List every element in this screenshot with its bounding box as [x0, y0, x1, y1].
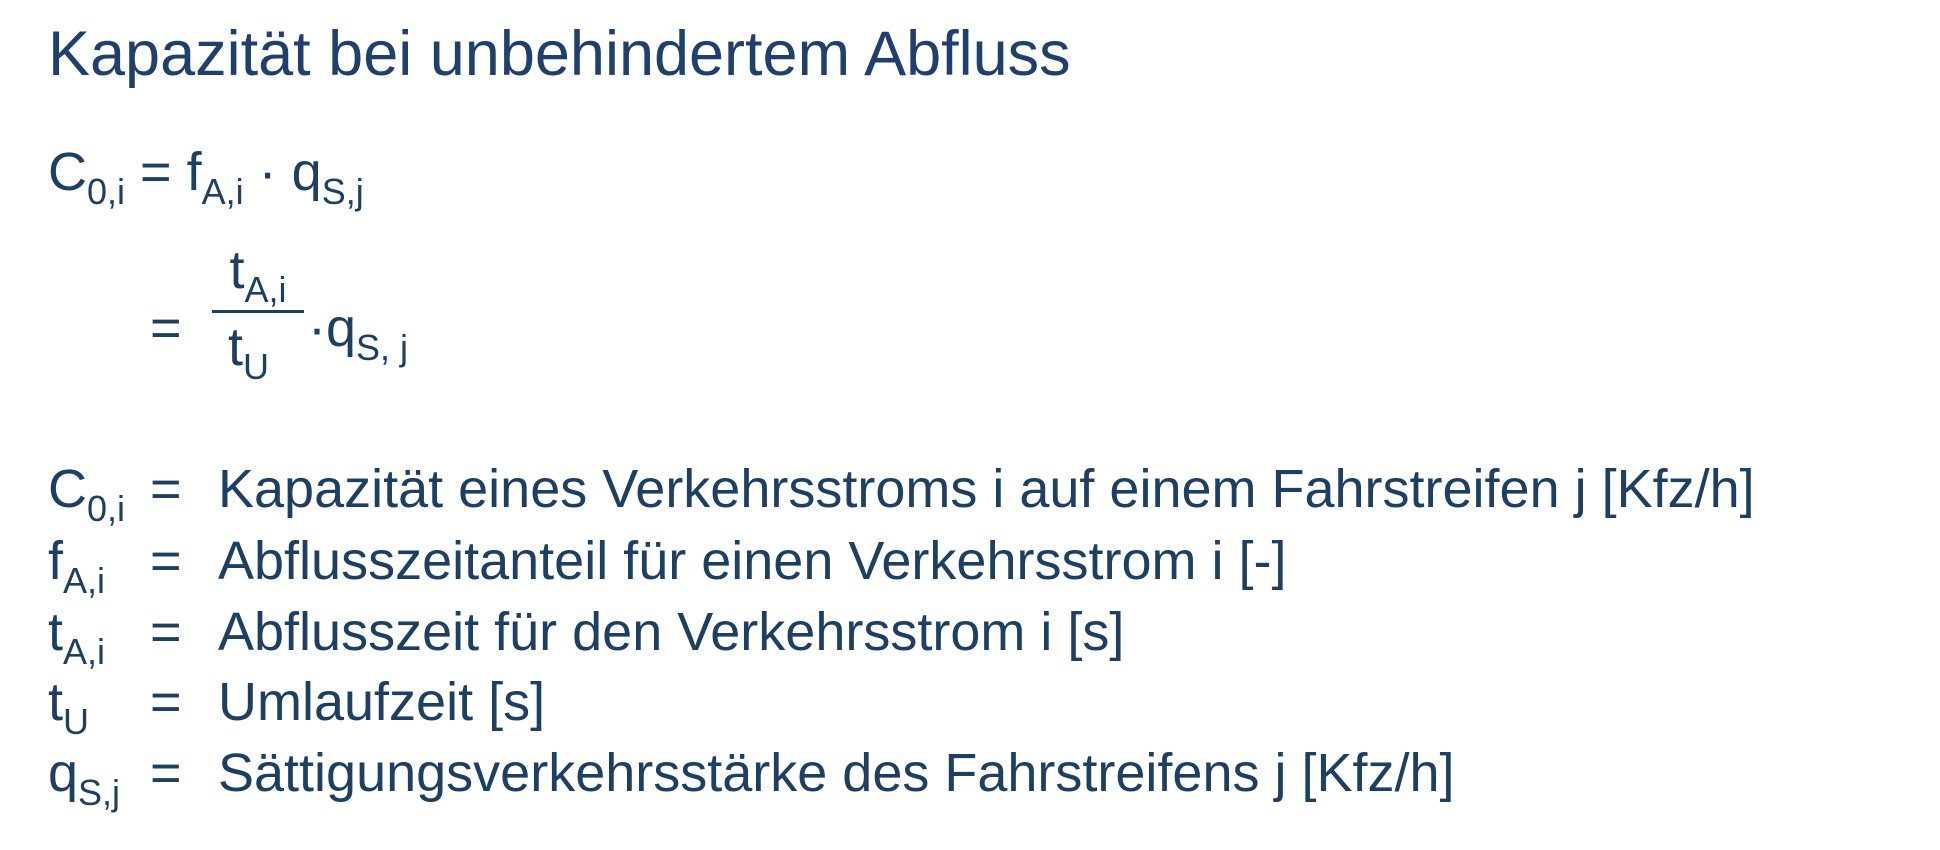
equals-sign: = — [150, 602, 182, 662]
subscript: S, j — [356, 327, 409, 368]
symbol-q: q — [325, 298, 357, 358]
subscript: S,j — [321, 171, 364, 212]
fraction-denominator: tU — [212, 315, 304, 387]
multiply-dot: · — [258, 142, 277, 202]
equals-sign: = — [150, 743, 182, 803]
fraction: tA,i tU — [212, 238, 304, 387]
definition-symbol: qS,j — [48, 743, 121, 813]
definition-symbol: C0,i — [48, 459, 126, 529]
definition-symbol: tA,i — [48, 602, 106, 672]
symbol-t: t — [229, 240, 245, 300]
symbol-t: t — [228, 317, 244, 377]
fraction-bar — [212, 310, 304, 313]
symbol-c: C — [48, 142, 87, 202]
definition-text: Sättigungsverkehrsstärke des Fahrstreife… — [218, 743, 1455, 803]
equals-sign: = — [150, 531, 182, 591]
formula-capacity: C0,i = fA,i · qS,j — [48, 140, 364, 212]
definition-text: Umlaufzeit [s] — [218, 672, 546, 732]
definition-text: Kapazität eines Verkehrsstroms i auf ein… — [218, 459, 1755, 519]
definition-text: Abflusszeitanteil für einen Verkehrsstro… — [218, 531, 1287, 591]
formula2-equals: = — [150, 298, 182, 358]
equals-sign: = — [140, 142, 172, 202]
formula2-rhs: ·qS, j — [308, 296, 409, 368]
equals-sign: = — [150, 672, 182, 732]
definition-symbol: tU — [48, 672, 90, 742]
subscript: 0,i — [87, 171, 126, 212]
multiply-dot: · — [308, 298, 326, 358]
subscript: A,i — [244, 269, 287, 310]
definition-text: Abflusszeit für den Verkehrsstrom i [s] — [218, 602, 1125, 662]
slide-title: Kapazität bei unbehindertem Abfluss — [48, 19, 1071, 89]
definition-symbol: fA,i — [48, 531, 106, 601]
symbol-f: f — [186, 142, 202, 202]
subscript: U — [243, 346, 270, 387]
equals-sign: = — [150, 459, 182, 519]
symbol-q: q — [291, 142, 322, 202]
subscript: A,i — [201, 171, 244, 212]
fraction-numerator: tA,i — [212, 238, 304, 310]
